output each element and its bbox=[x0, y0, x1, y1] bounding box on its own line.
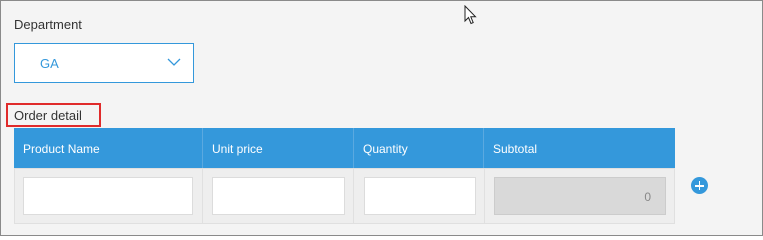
mouse-cursor-icon bbox=[464, 5, 477, 25]
column-header-quantity: Quantity bbox=[354, 128, 484, 168]
column-header-subtotal: Subtotal bbox=[484, 128, 675, 168]
column-header-product-name: Product Name bbox=[14, 128, 203, 168]
unit-price-input[interactable] bbox=[212, 177, 345, 215]
cell-product-name bbox=[15, 169, 203, 223]
subtotal-field: 0 bbox=[494, 177, 666, 215]
product-name-input[interactable] bbox=[23, 177, 193, 215]
column-header-unit-price: Unit price bbox=[203, 128, 354, 168]
cell-unit-price bbox=[203, 169, 354, 223]
column-header-label: Product Name bbox=[23, 142, 100, 156]
add-row-button[interactable] bbox=[691, 177, 708, 194]
order-detail-label-box: Order detail bbox=[6, 103, 101, 127]
column-header-label: Quantity bbox=[363, 142, 408, 156]
form-panel: Department GA Order detail Product Name … bbox=[0, 0, 763, 236]
department-dropdown[interactable]: GA bbox=[14, 43, 194, 83]
cell-subtotal: 0 bbox=[485, 169, 674, 223]
column-header-label: Subtotal bbox=[493, 142, 538, 156]
chevron-down-icon bbox=[167, 58, 181, 66]
table-header: Product Name Unit price Quantity Subtota… bbox=[14, 128, 675, 168]
subtotal-value: 0 bbox=[644, 190, 651, 204]
department-label: Department bbox=[14, 17, 82, 32]
order-detail-label: Order detail bbox=[14, 108, 82, 123]
order-detail-table: Product Name Unit price Quantity Subtota… bbox=[14, 128, 675, 224]
quantity-input[interactable] bbox=[364, 177, 476, 215]
table-row: 0 bbox=[14, 168, 675, 224]
department-selected-value: GA bbox=[40, 56, 59, 71]
column-header-label: Unit price bbox=[212, 142, 263, 156]
cell-quantity bbox=[354, 169, 485, 223]
